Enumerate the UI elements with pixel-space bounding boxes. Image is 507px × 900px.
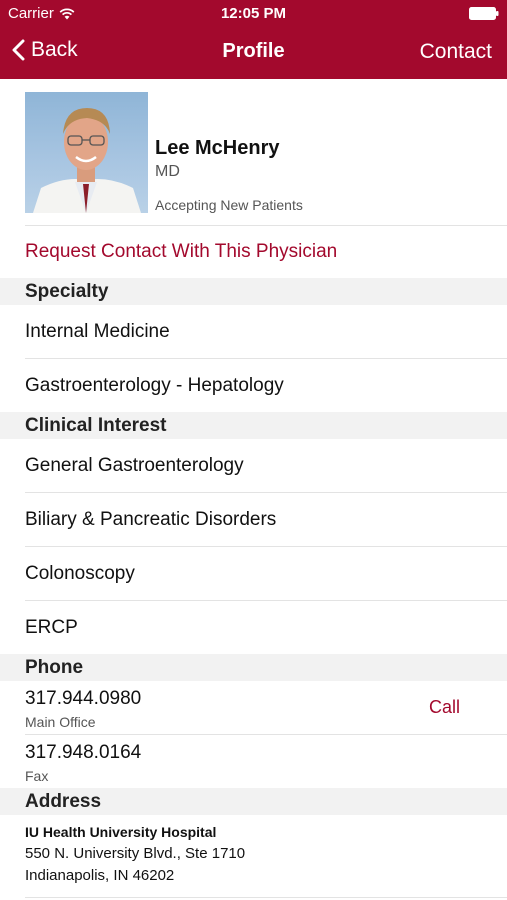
list-item: Biliary & Pancreatic Disorders	[25, 493, 507, 547]
phone-label: Main Office	[25, 714, 96, 730]
list-item: ERCP	[25, 616, 78, 638]
list-item: General Gastroenterology	[25, 439, 507, 493]
nav-bar: Back Profile Contact	[0, 28, 507, 79]
top-bar: Carrier 12:05 PM Back Profile Contact	[0, 0, 507, 79]
status-bar: Carrier 12:05 PM	[0, 0, 507, 28]
list-item: Gastroenterology - Hepatology	[25, 374, 284, 396]
patient-status: Accepting New Patients	[155, 197, 303, 213]
profile-screen: Carrier 12:05 PM Back Profile Contact Le…	[0, 0, 507, 900]
address-place: IU Health University Hospital	[25, 824, 217, 840]
status-time: 12:05 PM	[220, 5, 287, 22]
request-contact-link[interactable]: Request Contact With This Physician	[0, 226, 507, 278]
profile-header: Lee McHenry MD Accepting New Patients	[25, 79, 507, 226]
section-header-clinical-interest: Clinical Interest	[0, 412, 507, 439]
phone-label: Fax	[25, 768, 49, 784]
call-button[interactable]: Call	[429, 697, 460, 718]
doctor-portrait	[33, 108, 141, 213]
section-header-phone: Phone	[0, 654, 507, 681]
fax-number: 317.948.0164	[25, 742, 142, 763]
list-item: Internal Medicine	[25, 305, 507, 359]
phone-row-fax: 317.948.0164 Fax	[25, 735, 507, 788]
section-header-address: Address	[0, 788, 507, 815]
address-block[interactable]: IU Health University Hospital 550 N. Uni…	[0, 815, 507, 887]
address-line1: 550 N. University Blvd., Ste 1710	[25, 845, 246, 862]
battery-icon	[469, 7, 499, 20]
address-line2: Indianapolis, IN 46202	[25, 867, 175, 884]
doctor-name: Lee McHenry	[155, 137, 280, 159]
section-header-specialty: Specialty	[0, 278, 507, 305]
list-item: Colonoscopy	[25, 547, 507, 601]
contact-button[interactable]: Contact	[420, 40, 492, 64]
phone-row-main-office: 317.944.0980 Main Office Call	[25, 681, 507, 735]
divider	[25, 887, 507, 898]
doctor-photo	[25, 92, 148, 213]
doctor-credential: MD	[155, 163, 180, 180]
phone-number[interactable]: 317.944.0980	[25, 688, 141, 710]
